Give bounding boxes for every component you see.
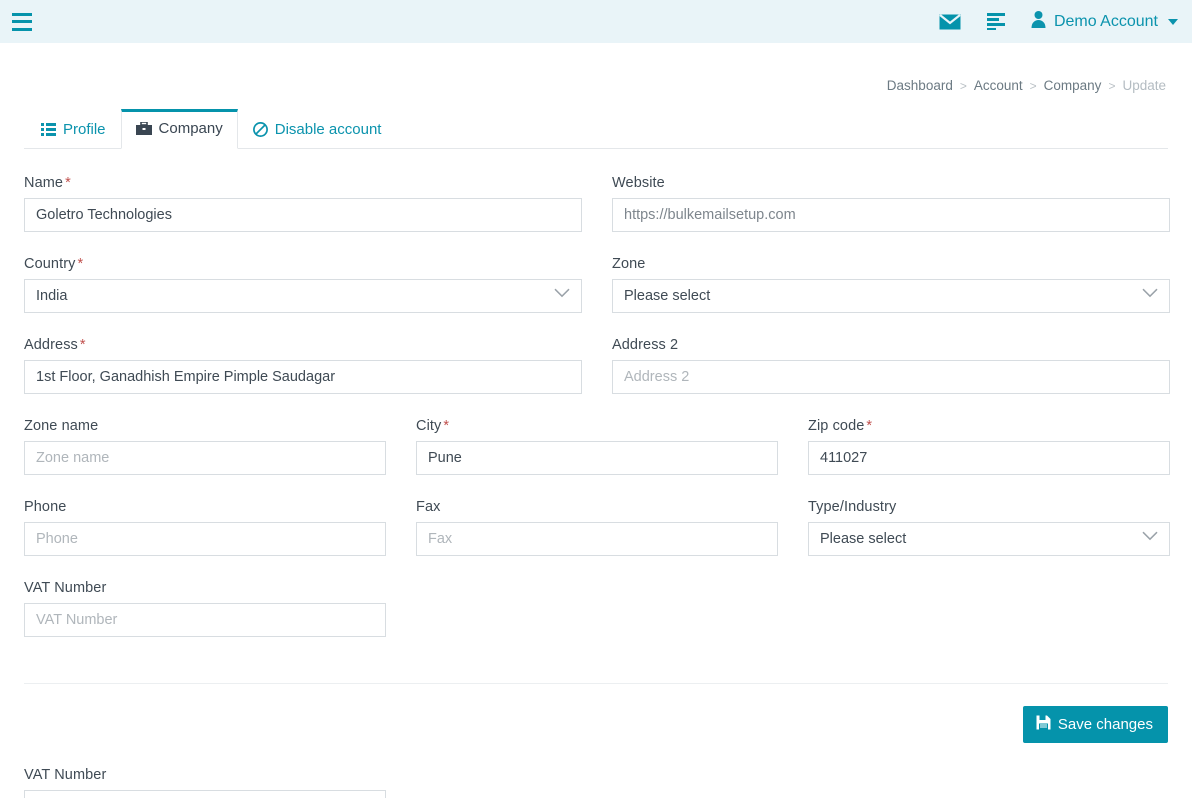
breadcrumb-item-update: Update [1122, 78, 1166, 93]
zone-select[interactable]: Please select [612, 279, 1170, 313]
user-avatar-icon [1031, 10, 1046, 33]
breadcrumb-separator: > [959, 78, 967, 93]
address2-input[interactable] [612, 360, 1170, 394]
company-form: Name* Website Country* India [24, 175, 1170, 798]
breadcrumb-item-account[interactable]: Account [974, 78, 1023, 93]
account-name-label: Demo Account [1053, 12, 1158, 30]
city-input[interactable] [416, 441, 778, 475]
label-fax: Fax [416, 499, 441, 515]
required-marker: * [79, 337, 86, 353]
briefcase-icon [135, 121, 152, 136]
label-country-text: Country [24, 256, 76, 272]
hamburger-bar [12, 20, 32, 23]
tab-profile[interactable]: Profile [26, 110, 121, 149]
list-lines-icon[interactable] [986, 13, 1005, 30]
label-address2: Address 2 [612, 337, 679, 353]
required-marker: * [866, 418, 873, 434]
topbar-actions: Demo Account [939, 10, 1178, 33]
save-changes-button[interactable]: Save changes [1022, 706, 1168, 743]
required-marker: * [65, 175, 71, 191]
label-city: City * [416, 418, 778, 434]
zone-name-input[interactable] [24, 441, 386, 475]
label-name-text: Name [24, 175, 64, 191]
breadcrumb-separator: > [1108, 78, 1116, 93]
country-select-wrap: India [24, 279, 582, 313]
chevron-down-icon [1168, 18, 1178, 25]
required-marker: * [443, 418, 450, 434]
label-website: Website [612, 175, 665, 191]
form-divider [24, 683, 1168, 684]
required-marker: * [77, 256, 84, 272]
field-zip-code: Zip code * [808, 418, 1170, 475]
name-input[interactable] [24, 198, 582, 232]
field-address: Address * [24, 337, 582, 394]
field-zone-name: Zone name [24, 418, 386, 475]
label-name: Name * [24, 175, 582, 191]
breadcrumb: Dashboard > Account > Company > Update [24, 43, 1168, 93]
label-address: Address * [24, 337, 582, 353]
label-city-text: City [416, 418, 442, 434]
field-city: City * [416, 418, 778, 475]
top-navbar: Demo Account [0, 0, 1192, 43]
type-industry-select[interactable]: Please select [808, 522, 1170, 556]
field-zone: Zone Please select [612, 256, 1170, 313]
tab-disable-account-label: Disable account [274, 121, 382, 138]
fax-input[interactable] [416, 522, 778, 556]
vat-number-input[interactable] [24, 603, 386, 637]
list-ul-icon [41, 123, 56, 136]
label-zip-code-text: Zip code [808, 418, 865, 434]
hamburger-menu-icon[interactable] [12, 12, 34, 31]
label-vat-number-secondary: VAT Number [24, 767, 107, 783]
country-select[interactable]: India [24, 279, 582, 313]
hamburger-bar [12, 27, 32, 31]
label-phone: Phone [24, 499, 67, 515]
form-row: Country * India Zone Please select [24, 256, 1170, 337]
form-actions: Save changes [24, 706, 1168, 743]
form-row: Address* Address 2 [24, 337, 1170, 418]
type-industry-select-wrap: Please select [808, 522, 1170, 556]
label-country: Country * [24, 256, 582, 272]
breadcrumb-separator: > [1029, 78, 1037, 93]
vat-number-secondary-input[interactable] [24, 790, 386, 798]
envelope-icon[interactable] [939, 13, 961, 30]
field-type-industry: Type/Industry Please select [808, 499, 1170, 556]
hamburger-bar [12, 12, 32, 16]
ban-icon [252, 122, 268, 137]
label-type-industry: Type/Industry [808, 499, 897, 515]
field-website: Website [612, 175, 1170, 232]
tab-company[interactable]: Company [120, 109, 238, 149]
field-fax: Fax [416, 499, 778, 556]
breadcrumb-item-company[interactable]: Company [1044, 78, 1102, 93]
label-zip-code: Zip code * [808, 418, 1170, 434]
field-country: Country * India [24, 256, 582, 313]
phone-input[interactable] [24, 522, 386, 556]
address-input[interactable] [24, 360, 582, 394]
save-changes-label: Save changes [1057, 716, 1153, 733]
form-row: VAT Number [24, 580, 1168, 661]
page-content: Dashboard > Account > Company > Update P… [0, 43, 1192, 798]
label-vat-number: VAT Number [24, 580, 107, 596]
label-zone-name: Zone name [24, 418, 99, 434]
field-address2: Address 2 [612, 337, 1170, 394]
account-menu[interactable]: Demo Account [1031, 10, 1178, 33]
form-row: Phone Fax Type/Industry Please select [24, 499, 1170, 580]
zone-select-wrap: Please select [612, 279, 1170, 313]
tab-company-label: Company [158, 120, 223, 137]
zip-code-input[interactable] [808, 441, 1170, 475]
tab-disable-account[interactable]: Disable account [238, 110, 397, 149]
label-address-text: Address [24, 337, 78, 353]
website-input[interactable] [612, 198, 1170, 232]
form-row: Zone name City* Zip code* [24, 418, 1170, 499]
label-zone: Zone [612, 256, 646, 272]
breadcrumb-item-dashboard[interactable]: Dashboard [887, 78, 953, 93]
floppy-save-icon [1036, 715, 1051, 734]
account-tabs: Profile Company Disable account [24, 109, 1168, 149]
tab-profile-label: Profile [63, 121, 106, 138]
field-phone: Phone [24, 499, 386, 556]
field-name: Name * [24, 175, 582, 232]
field-vat-number: VAT Number [24, 580, 386, 637]
form-row: Name* Website [24, 175, 1170, 256]
field-vat-number-secondary: VAT Number [24, 767, 386, 798]
